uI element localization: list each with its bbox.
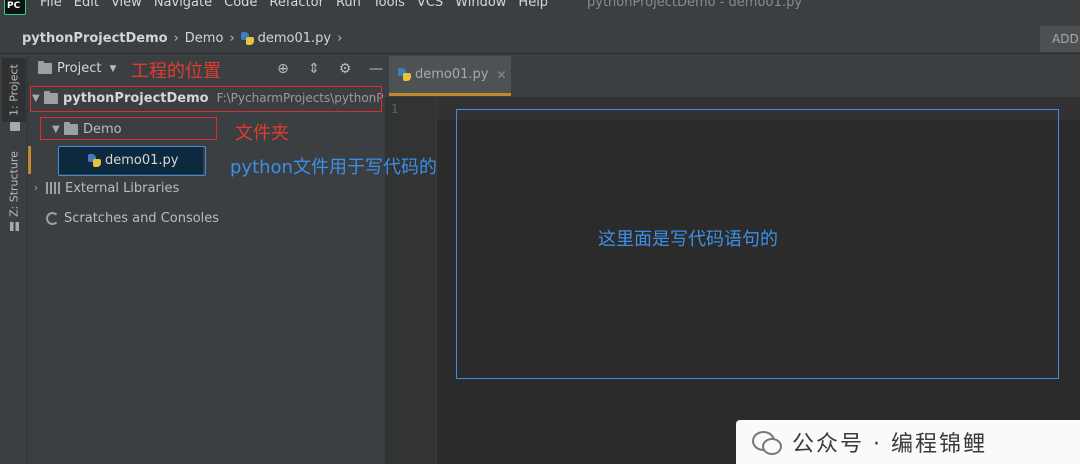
tool-window-stripe: 1: Project Z: Structure	[0, 54, 28, 464]
locate-icon[interactable]: ⊕	[272, 60, 294, 78]
menu-edit[interactable]: Edit	[74, 0, 99, 10]
annotation-code-area: 这里面是写代码语句的	[598, 229, 778, 250]
menu-vcs[interactable]: VCS	[417, 0, 443, 10]
breadcrumb: pythonProjectDemo › Demo › demo01.py ›	[0, 24, 1080, 54]
scratches-icon	[46, 211, 59, 225]
chevron-down-icon: ▼	[109, 63, 117, 74]
breadcrumb-project[interactable]: pythonProjectDemo	[22, 31, 168, 46]
breadcrumb-folder[interactable]: Demo	[185, 31, 224, 46]
watermark: 公众号 · 编程锦鲤	[736, 420, 1080, 464]
menu-bar: PC File Edit View Navigate Code Refactor…	[0, 0, 1080, 24]
annotation-box-folder	[40, 117, 217, 140]
pycharm-logo-icon: PC	[4, 0, 26, 15]
tree-item-scratches[interactable]: Scratches and Consoles	[34, 204, 219, 232]
menu-file[interactable]: File	[40, 0, 62, 10]
project-panel: Project ▼ ⊕ ⇕ ⚙ — ▼ pythonProjectDemo F:…	[28, 54, 385, 464]
menu-help[interactable]: Help	[518, 0, 548, 10]
annotation-python-file: python文件用于写代码的	[230, 157, 437, 178]
editor-tab-demo01[interactable]: demo01.py ✕	[389, 56, 511, 96]
annotation-box-project-root	[30, 86, 382, 112]
editor-tab-label: demo01.py	[415, 67, 489, 82]
breadcrumb-file-label: demo01.py	[257, 31, 332, 46]
line-number: 1	[391, 102, 399, 116]
breadcrumb-file[interactable]: demo01.py	[240, 31, 332, 46]
structure-tool-tab[interactable]: Z: Structure	[2, 150, 26, 218]
menu-window[interactable]: Window	[455, 0, 506, 10]
project-panel-tools: ⊕ ⇕ ⚙ —	[272, 60, 396, 78]
breadcrumb-separator: ›	[337, 31, 343, 46]
project-view-selector[interactable]: Project ▼	[38, 61, 116, 76]
menu-tools[interactable]: Tools	[373, 0, 405, 10]
annotation-folder: 文件夹	[235, 123, 289, 144]
menu-code[interactable]: Code	[224, 0, 257, 10]
breadcrumb-separator: ›	[229, 31, 235, 46]
menu-run[interactable]: Run	[336, 0, 361, 10]
tree-item-label: Scratches and Consoles	[64, 210, 220, 226]
tree-item-external-libraries[interactable]: › External Libraries	[34, 174, 179, 202]
window-title: pythonProjectDemo - demo01.py	[587, 0, 803, 10]
python-file-icon	[398, 68, 411, 81]
library-icon	[46, 182, 60, 194]
collapse-all-icon[interactable]: ⇕	[303, 60, 325, 78]
hide-icon[interactable]: —	[365, 60, 387, 78]
chevron-right-icon[interactable]: ›	[34, 183, 46, 194]
project-tool-tab[interactable]: 1: Project	[2, 58, 26, 122]
annotation-box-python-file	[58, 146, 206, 176]
project-folder-icon	[38, 61, 52, 74]
menu-refactor[interactable]: Refactor	[269, 0, 324, 10]
breadcrumb-separator: ›	[173, 31, 179, 46]
wechat-icon	[752, 431, 782, 455]
gear-icon[interactable]: ⚙	[334, 60, 356, 78]
structure-icon	[10, 222, 19, 231]
menu-view[interactable]: View	[111, 0, 142, 10]
menu-navigate[interactable]: Navigate	[154, 0, 212, 10]
close-icon[interactable]: ✕	[497, 68, 507, 82]
menu-items: File Edit View Navigate Code Refactor Ru…	[40, 0, 560, 10]
editor-tab-bar: demo01.py ✕	[385, 54, 1080, 98]
tree-item-label: External Libraries	[65, 180, 180, 196]
selection-indicator	[28, 146, 31, 174]
project-panel-title: Project	[57, 61, 102, 76]
folder-icon	[10, 122, 20, 131]
python-file-icon	[240, 32, 254, 45]
watermark-text: 公众号 · 编程锦鲤	[792, 432, 987, 457]
annotation-project-location: 工程的位置	[131, 61, 221, 82]
add-configuration-button[interactable]: ADD	[1040, 26, 1080, 52]
